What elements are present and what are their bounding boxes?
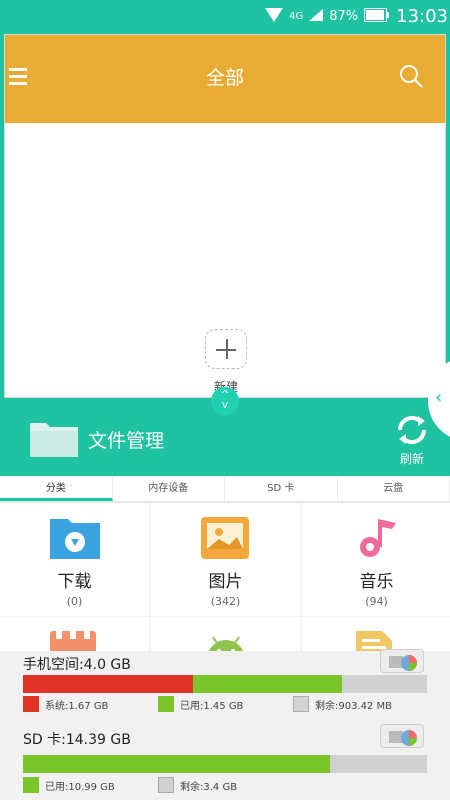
card-header: 全部 [5,35,445,123]
all-windows-card[interactable]: 全部 新建 [4,34,446,398]
used-swatch [158,696,174,712]
used-label: 已用:1.45 GB [180,700,244,712]
phone-storage-bar [23,675,427,693]
tab-category[interactable]: 分类 [0,476,113,501]
network-type: 4G [289,11,304,22]
status-bar: 4G 87% 13:03 [0,0,450,33]
category-count: (94) [365,595,388,608]
category-images[interactable]: 图片 (342) [151,503,300,616]
category-count: (342) [210,595,241,608]
signal-icon [309,8,324,25]
tab-bar: 分类 内存设备 SD 卡 云盘 [0,476,450,503]
sd-storage-bar [23,755,427,773]
category-label: 音乐 [359,572,394,592]
category-label: 下载 [57,572,92,592]
search-icon[interactable] [399,64,423,88]
free-swatch [158,777,174,793]
category-label: 图片 [208,572,243,592]
category-download[interactable]: 下载 (0) [0,503,149,616]
sd-storage-title: SD 卡:14.39 GB [23,732,131,748]
music-note-icon [352,515,402,559]
sd-legend-used: 已用:10.99 GB [23,777,115,793]
sd-legend-free: 剩余:3.4 GB [158,777,237,793]
clock: 13:03 [396,6,448,27]
tab-sd-card[interactable]: SD 卡 [225,476,338,501]
system-label: 系统:1.67 GB [45,700,109,712]
sd-used-segment [23,755,331,773]
phone-storage-chart-button[interactable] [380,649,424,673]
download-folder-icon [50,515,100,559]
legend-free: 剩余:903.42 MB [293,696,392,712]
refresh-label[interactable]: 刷新 [384,450,440,467]
legend-system: 系统:1.67 GB [23,696,108,712]
storage-panel: 手机空间:4.0 GB 系统:1.67 GB 已用:1.45 GB 剩余:903… [0,649,450,800]
legend-used: 已用:1.45 GB [158,696,243,712]
wifi-icon [265,7,284,26]
phone-used-segment [192,675,343,693]
tab-internal-storage[interactable]: 内存设备 [113,476,225,501]
tab-cloud[interactable]: 云盘 [338,476,450,501]
refresh-icon[interactable] [394,412,430,448]
card-title: 全部 [205,67,244,89]
phone-storage-title: 手机空间:4.0 GB [23,657,131,673]
file-manager-bar: 文件管理 刷新 [0,400,450,476]
battery-percent: 87% [329,9,359,24]
phone-system-segment [23,675,193,693]
sd-storage-chart-button[interactable] [380,724,424,748]
folder-icon [30,419,78,457]
free-label: 剩余:903.42 MB [315,700,393,712]
image-icon [201,515,251,559]
category-count: (0) [66,595,83,608]
status-icons: 4G 87% 13:03 [265,6,450,27]
sd-used-label: 已用:10.99 GB [45,781,115,793]
used-swatch [23,777,39,793]
free-swatch [293,696,309,712]
system-swatch [23,696,39,712]
new-button[interactable] [205,329,247,369]
battery-icon [364,7,390,26]
sd-free-label: 剩余:3.4 GB [180,781,238,793]
app-title: 文件管理 [88,430,165,452]
category-music[interactable]: 音乐 (94) [302,503,450,616]
